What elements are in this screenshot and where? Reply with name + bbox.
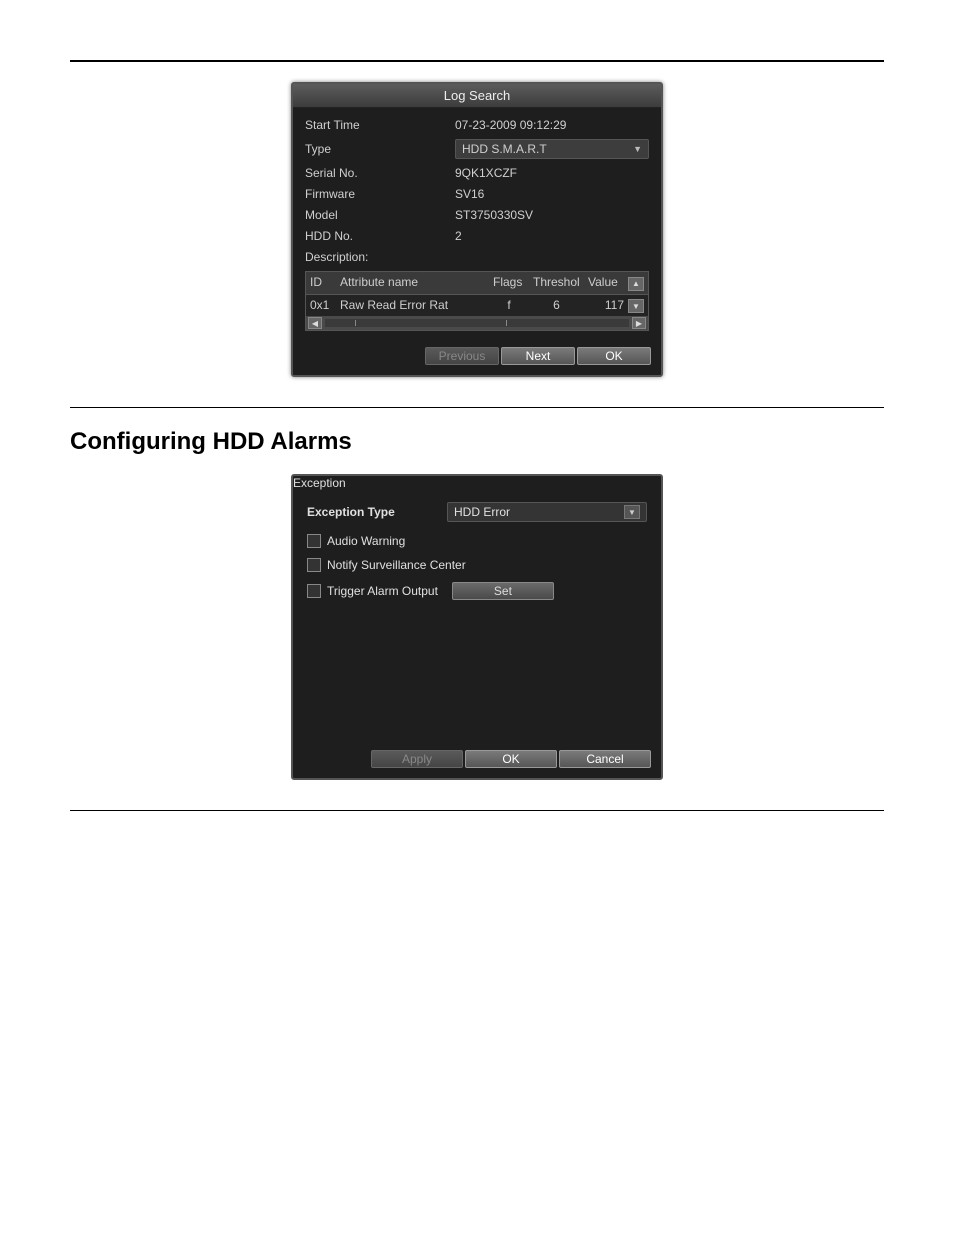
td-threshold: 6 [529, 298, 584, 314]
chevron-down-icon: ▼ [624, 505, 640, 519]
start-time-value: 07-23-2009 09:12:29 [455, 118, 649, 132]
table-row[interactable]: 0x1 Raw Read Error Rat f 6 117 ▼ [305, 295, 649, 317]
apply-button[interactable]: Apply [371, 750, 463, 768]
ok-button[interactable]: OK [577, 347, 651, 365]
next-button[interactable]: Next [501, 347, 575, 365]
set-button[interactable]: Set [452, 582, 554, 600]
previous-button[interactable]: Previous [425, 347, 499, 365]
model-label: Model [305, 208, 455, 222]
type-label: Type [305, 142, 455, 156]
td-id: 0x1 [310, 298, 340, 314]
start-time-label: Start Time [305, 118, 455, 132]
horizontal-scrollbar[interactable]: ◀ ▶ [305, 316, 649, 331]
th-value: Value [588, 275, 628, 291]
scroll-left-icon[interactable]: ◀ [308, 317, 322, 329]
chevron-down-icon: ▼ [633, 144, 642, 154]
td-flags: f [489, 298, 529, 314]
firmware-label: Firmware [305, 187, 455, 201]
model-value: ST3750330SV [455, 208, 649, 222]
exception-type-combo[interactable]: HDD Error ▼ [447, 502, 647, 522]
hdd-no-label: HDD No. [305, 229, 455, 243]
td-value: 117 [584, 298, 628, 314]
th-id: ID [310, 275, 340, 291]
dialog-title: Log Search [293, 84, 661, 108]
audio-warning-label: Audio Warning [327, 534, 405, 548]
exception-type-value: HDD Error [454, 505, 510, 519]
th-attribute: Attribute name [340, 275, 493, 291]
th-flags: Flags [493, 275, 533, 291]
audio-warning-checkbox[interactable] [307, 534, 321, 548]
scroll-right-icon[interactable]: ▶ [632, 317, 646, 329]
serial-value: 9QK1XCZF [455, 166, 649, 180]
serial-label: Serial No. [305, 166, 455, 180]
type-combo-value: HDD S.M.A.R.T [462, 142, 547, 156]
th-threshold: Threshol [533, 275, 588, 291]
exception-title: Exception [293, 476, 661, 490]
section-title: Configuring HDD Alarms [70, 428, 884, 456]
cancel-button[interactable]: Cancel [559, 750, 651, 768]
trigger-alarm-label: Trigger Alarm Output [327, 584, 438, 598]
ok-button[interactable]: OK [465, 750, 557, 768]
firmware-value: SV16 [455, 187, 649, 201]
smart-table: ID Attribute name Flags Threshol Value ▲… [305, 271, 649, 331]
type-combo[interactable]: HDD S.M.A.R.T ▼ [455, 139, 649, 159]
hdd-no-value: 2 [455, 229, 649, 243]
exception-dialog: Exception Exception Type HDD Error ▼ Aud… [291, 474, 663, 780]
scroll-down-icon[interactable]: ▼ [628, 299, 644, 313]
scroll-up-icon[interactable]: ▲ [628, 277, 644, 291]
td-attr: Raw Read Error Rat [340, 298, 489, 314]
description-label: Description: [305, 250, 455, 264]
log-search-dialog: Log Search Start Time 07-23-2009 09:12:2… [291, 82, 663, 377]
trigger-alarm-checkbox[interactable] [307, 584, 321, 598]
notify-center-label: Notify Surveillance Center [327, 558, 466, 572]
exception-type-label: Exception Type [307, 505, 447, 519]
notify-center-checkbox[interactable] [307, 558, 321, 572]
table-header: ID Attribute name Flags Threshol Value ▲ [305, 271, 649, 295]
